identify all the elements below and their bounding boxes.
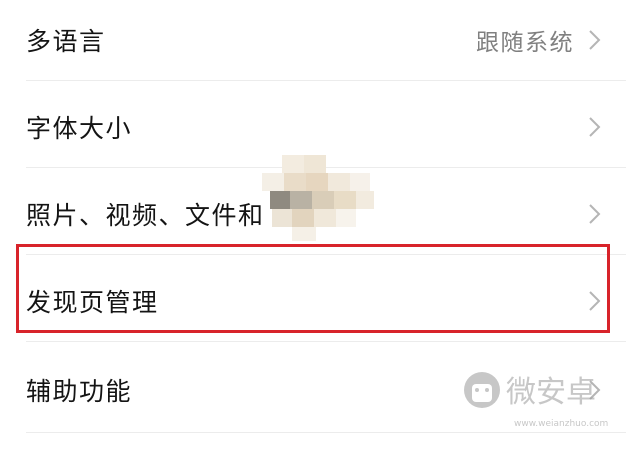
divider: [26, 254, 626, 255]
chevron-right-icon: [589, 204, 601, 224]
row-label: 照片、视频、文件和: [26, 201, 265, 230]
row-label: 辅助功能: [26, 377, 133, 406]
divider: [26, 167, 626, 168]
row-label: 多语言: [26, 27, 106, 56]
settings-row-discover-page[interactable]: 发现页管理: [0, 261, 626, 341]
divider: [26, 432, 626, 433]
settings-row-accessibility[interactable]: 辅助功能: [0, 350, 626, 430]
settings-row-photos-videos-files[interactable]: 照片、视频、文件和: [0, 174, 626, 254]
settings-list: 多语言 跟随系统 字体大小 照片、视频、文件和 发现页管理 辅助功能: [0, 0, 626, 455]
chevron-right-icon: [589, 291, 601, 311]
divider: [26, 341, 626, 342]
chevron-right-icon: [589, 30, 601, 50]
chevron-right-icon: [589, 380, 601, 400]
settings-row-language[interactable]: 多语言 跟随系统: [0, 0, 626, 80]
row-label: 发现页管理: [26, 288, 159, 317]
row-value: 跟随系统: [476, 30, 574, 56]
chevron-right-icon: [589, 117, 601, 137]
settings-row-font-size[interactable]: 字体大小: [0, 87, 626, 167]
row-label: 字体大小: [26, 114, 133, 143]
divider: [26, 80, 626, 81]
